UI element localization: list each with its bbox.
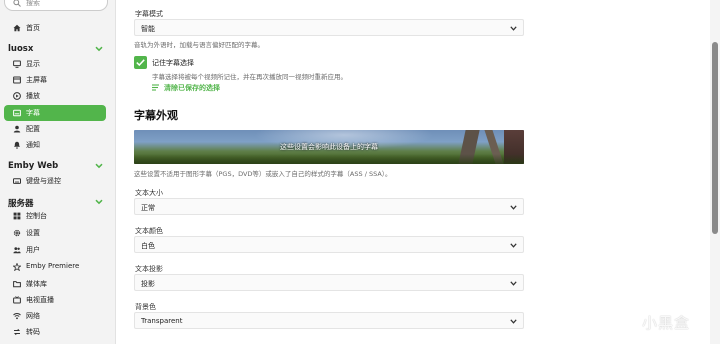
select-value: 智能 (141, 25, 155, 33)
remember-checkbox[interactable] (134, 56, 147, 69)
sidebar-item-label: 播放 (26, 92, 40, 100)
sidebar-item-playback[interactable]: 播放 (4, 88, 106, 104)
subtitle-preview: 这些设置会影响此设备上的字幕 (134, 130, 524, 164)
group-user: luosx (8, 44, 34, 54)
sidebar-item-label: 字幕 (26, 109, 40, 117)
star-icon (13, 263, 21, 271)
search-input[interactable]: 搜索 (4, 0, 108, 11)
watermark-text: 小黑盒 (642, 314, 691, 332)
subtitle-mode-help: 音轨为外语时，加载与语言偏好匹配的字幕。 (134, 41, 264, 49)
sidebar-item-premiere[interactable]: Emby Premiere (4, 259, 106, 275)
sidebar-item-label: 媒体库 (26, 280, 47, 288)
sidebar-item-transcoding[interactable]: 转码 (4, 324, 106, 340)
users-icon (13, 247, 21, 254)
sidebar-item-label: 网络 (26, 312, 40, 320)
sidebar-item-settings[interactable]: 设置 (4, 225, 106, 241)
appearance-heading: 字幕外观 (134, 109, 178, 122)
select-value: Transparent (141, 317, 183, 325)
search-icon (13, 0, 21, 7)
chevron-down-icon (510, 205, 517, 210)
keyboard-icon (13, 178, 21, 184)
text-size-label: 文本大小 (135, 189, 163, 197)
text-shadow-label: 文本投影 (135, 265, 163, 273)
select-value: 白色 (141, 242, 155, 250)
sidebar-item-home-screen[interactable]: 主屏幕 (4, 72, 106, 88)
sidebar-item-dashboard[interactable]: 控制台 (4, 208, 106, 224)
bg-color-label: 背景色 (135, 303, 156, 311)
subtitle-mode-label: 字幕模式 (135, 10, 163, 18)
sidebar-item-network[interactable]: 网络 (4, 308, 106, 324)
sidebar-item-home[interactable]: 首页 (4, 20, 106, 36)
sidebar-item-label: 设置 (26, 229, 40, 237)
watermark-logo-icon (614, 309, 638, 335)
text-color-label: 文本颜色 (135, 227, 163, 235)
sidebar-item-users[interactable]: 用户 (4, 242, 106, 258)
sidebar-item-label: 通知 (26, 141, 40, 149)
person-icon (13, 125, 21, 133)
sidebar-item-subtitles[interactable]: 字幕 (4, 105, 106, 121)
home-screen-icon (13, 76, 21, 84)
chevron-down-icon (510, 26, 517, 31)
preview-help: 这些设置不适用于图形字幕（PGS，DVD等）或嵌入了自己的样式的字幕（ASS /… (134, 170, 392, 178)
chevron-down-icon[interactable] (95, 46, 103, 52)
preview-sample-text: 这些设置会影响此设备上的字幕 (280, 143, 378, 151)
select-value: 投影 (141, 280, 155, 288)
home-icon (13, 24, 21, 32)
group-emby-web: Emby Web (8, 161, 59, 171)
sidebar-item-label: 显示 (26, 60, 40, 68)
watermark: 小黑盒 (612, 306, 708, 338)
subtitle-mode-select[interactable]: 智能 (134, 19, 524, 36)
sidebar-item-live-tv[interactable]: 电视直播 (4, 292, 106, 308)
dashboard-icon (13, 212, 21, 220)
sidebar-item-label: 主屏幕 (26, 76, 47, 84)
gear-icon (13, 229, 21, 237)
clear-link-label: 清除已保存的选择 (164, 84, 220, 92)
sidebar-item-label: 首页 (26, 24, 40, 32)
tv-icon (13, 296, 21, 304)
sidebar-item-keyboard[interactable]: 键盘与遥控 (4, 173, 106, 189)
remember-help: 字幕选择将被每个视频所记住，并在再次播放同一视频时重新应用。 (152, 73, 347, 81)
remember-label: 记住字幕选择 (152, 59, 194, 67)
preview-grass (134, 154, 524, 164)
sidebar-item-label: Emby Premiere (26, 262, 80, 270)
monitor-icon (13, 60, 21, 68)
chevron-down-icon (510, 281, 517, 286)
sidebar-item-display[interactable]: 显示 (4, 56, 106, 72)
sidebar-item-label: 配置 (26, 125, 40, 133)
checkmark-icon (136, 59, 145, 66)
sidebar-item-label: 键盘与遥控 (26, 177, 61, 185)
select-value: 正常 (141, 204, 155, 212)
chevron-down-icon[interactable] (95, 163, 103, 169)
bg-color-select[interactable]: Transparent (134, 312, 524, 329)
sidebar-item-label: 用户 (26, 246, 40, 254)
play-circle-icon (13, 92, 21, 100)
chevron-down-icon (510, 243, 517, 248)
transcode-icon (13, 328, 21, 336)
text-shadow-select[interactable]: 投影 (134, 274, 524, 291)
bell-icon (14, 141, 20, 149)
folder-icon (13, 281, 21, 288)
clear-list-icon (152, 84, 159, 91)
scrollbar-thumb[interactable] (712, 42, 718, 234)
sidebar-item-label: 控制台 (26, 212, 47, 220)
search-placeholder: 搜索 (26, 0, 40, 7)
sidebar-item-label: 电视直播 (26, 296, 54, 304)
subtitles-icon (13, 109, 21, 117)
sidebar-item-profile[interactable]: 配置 (4, 121, 106, 137)
scrollbar[interactable] (710, 0, 720, 344)
chevron-down-icon[interactable] (95, 199, 103, 205)
sidebar: 搜索 首页 luosx 显示 主屏幕 播放 字幕 配置 通知 Emby Web … (0, 0, 116, 344)
sidebar-item-label: 转码 (26, 328, 40, 336)
wifi-icon (13, 313, 21, 320)
chevron-down-icon (510, 319, 517, 324)
text-color-select[interactable]: 白色 (134, 236, 524, 253)
text-size-select[interactable]: 正常 (134, 198, 524, 215)
sidebar-item-library[interactable]: 媒体库 (4, 276, 106, 292)
main-content: 字幕模式 智能 音轨为外语时，加载与语言偏好匹配的字幕。 记住字幕选择 字幕选择… (116, 0, 710, 344)
sidebar-item-notifications[interactable]: 通知 (4, 137, 106, 153)
